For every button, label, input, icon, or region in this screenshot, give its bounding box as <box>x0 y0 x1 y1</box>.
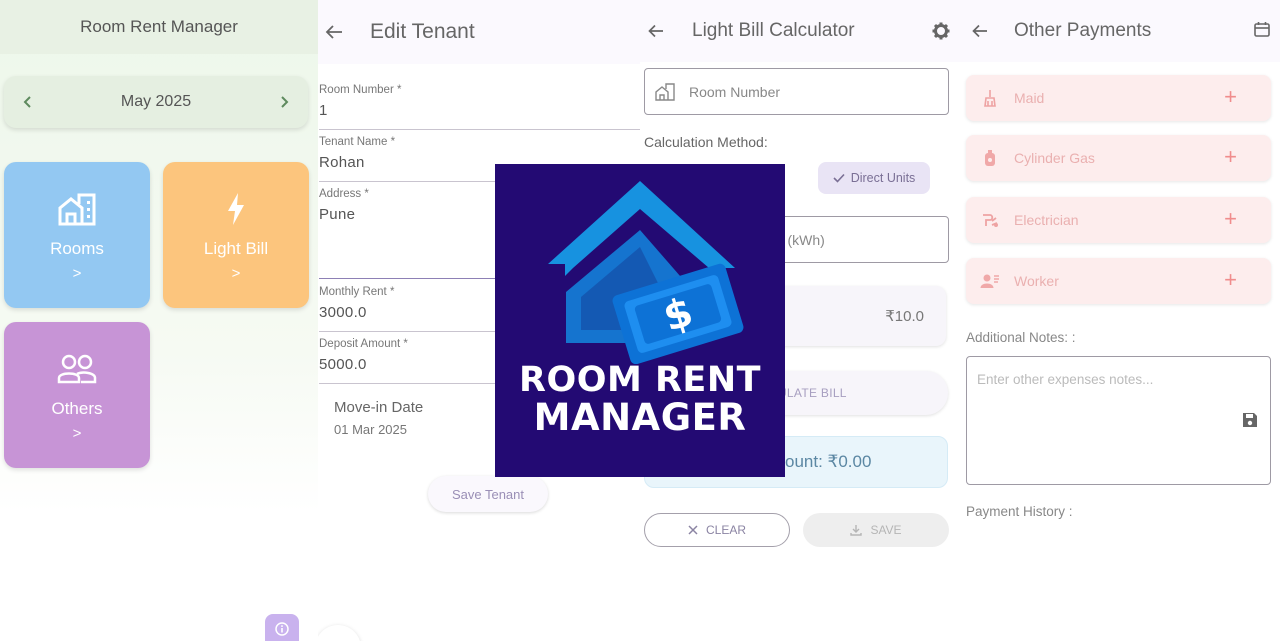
page-title: Edit Tenant <box>370 20 475 43</box>
prev-month-button[interactable] <box>16 90 40 114</box>
light-bill-tile[interactable]: Light Bill > <box>163 162 309 308</box>
save-notes-button[interactable] <box>1242 412 1260 430</box>
rooms-tile[interactable]: Rooms > <box>4 162 150 308</box>
home-screen: Room Rent Manager May 2025 Rooms > Light… <box>0 0 318 641</box>
info-icon <box>275 622 289 636</box>
plus-icon[interactable]: + <box>1224 269 1237 291</box>
worker-icon <box>980 271 1000 291</box>
building-icon <box>55 189 99 229</box>
info-button[interactable] <box>265 614 299 641</box>
lightning-bolt-icon <box>214 189 258 229</box>
save-tenant-button[interactable]: Save Tenant <box>428 476 548 512</box>
payment-history-label: Payment History : <box>966 504 1073 519</box>
back-button[interactable] <box>322 20 346 44</box>
arrow-left-icon <box>325 25 342 39</box>
payment-item-maid[interactable]: Maid + <box>966 75 1271 121</box>
gear-icon <box>932 22 950 40</box>
arrow-left-icon <box>648 24 663 38</box>
light-bill-header: Light Bill Calculator <box>640 0 960 62</box>
chevron-right-icon: > <box>231 264 241 282</box>
back-button[interactable] <box>968 19 992 43</box>
room-number-input[interactable]: Room Number <box>644 68 949 115</box>
app-logo: $ ROOM RENT MANAGER <box>495 164 785 477</box>
move-in-label: Move-in Date <box>334 399 424 416</box>
room-number-field[interactable]: Room Number * 1 <box>319 84 640 130</box>
logo-text-line2: MANAGER <box>533 396 747 439</box>
additional-notes-input[interactable]: Enter other expenses notes... <box>966 356 1271 485</box>
next-month-button[interactable] <box>272 90 296 114</box>
notes-placeholder: Enter other expenses notes... <box>977 372 1154 387</box>
payment-item-label: Cylinder Gas <box>1014 150 1095 166</box>
broom-icon <box>980 88 1000 108</box>
payment-item-label: Electrician <box>1014 212 1079 228</box>
other-payments-screen: Other Payments Maid + Cylinder Gas + Ele… <box>960 0 1280 641</box>
chevron-right-icon: > <box>72 264 82 282</box>
app-title-bar: Room Rent Manager <box>0 0 318 54</box>
tenant-name-label: Tenant Name * <box>319 136 396 148</box>
gas-cylinder-icon <box>980 148 1000 168</box>
calendar-icon <box>1254 22 1270 37</box>
room-number-label: Room Number * <box>319 84 402 96</box>
back-button[interactable] <box>644 19 668 43</box>
chevron-left-icon <box>23 96 31 108</box>
settings-button[interactable] <box>930 20 952 42</box>
additional-notes-label: Additional Notes: : <box>966 330 1076 345</box>
direct-units-label: Direct Units <box>850 171 916 185</box>
arrow-left-icon <box>972 24 987 38</box>
move-in-date-picker[interactable]: Move-in Date 01 Mar 2025 <box>334 399 423 437</box>
month-selector: May 2025 <box>4 76 308 128</box>
page-title: Other Payments <box>1014 20 1152 41</box>
app-title: Room Rent Manager <box>80 17 238 36</box>
move-in-value: 01 Mar 2025 <box>334 422 407 437</box>
calendar-button[interactable] <box>1254 21 1274 41</box>
page-title: Light Bill Calculator <box>692 20 855 41</box>
clear-button[interactable]: CLEAR <box>644 513 790 547</box>
room-number-value: 1 <box>319 102 328 119</box>
current-month: May 2025 <box>120 93 192 110</box>
others-tile-label: Others <box>51 398 103 418</box>
logo-text-line1: ROOM RENT <box>519 360 761 400</box>
calculation-method-label: Calculation Method: <box>644 134 768 150</box>
house-money-icon: $ <box>548 181 744 364</box>
payment-item-electrician[interactable]: Electrician + <box>966 197 1271 243</box>
electrician-icon <box>980 210 1000 230</box>
check-icon <box>833 173 845 183</box>
chevron-right-icon <box>281 96 289 108</box>
direct-units-chip[interactable]: Direct Units <box>818 162 930 194</box>
chevron-right-icon: > <box>72 424 82 442</box>
download-icon <box>850 525 863 536</box>
people-icon <box>55 349 99 389</box>
floating-button[interactable] <box>318 625 361 641</box>
payment-item-worker[interactable]: Worker + <box>966 258 1271 304</box>
close-icon <box>688 525 698 535</box>
plus-icon[interactable]: + <box>1224 86 1237 108</box>
plus-icon[interactable]: + <box>1224 208 1237 230</box>
floppy-disk-icon <box>1243 413 1257 427</box>
building-icon <box>655 82 675 101</box>
payment-item-cylinder-gas[interactable]: Cylinder Gas + <box>966 135 1271 181</box>
plus-icon[interactable]: + <box>1224 146 1237 168</box>
payment-item-label: Worker <box>1014 273 1059 289</box>
save-label: SAVE <box>870 523 902 537</box>
rooms-tile-label: Rooms <box>50 238 104 258</box>
other-payments-header: Other Payments <box>960 0 1280 62</box>
light-bill-tile-label: Light Bill <box>203 238 269 258</box>
payment-item-label: Maid <box>1014 90 1045 106</box>
edit-tenant-header: Edit Tenant <box>318 0 640 64</box>
rate-value: ₹10.0 <box>885 308 924 325</box>
others-tile[interactable]: Others > <box>4 322 150 468</box>
clear-label: CLEAR <box>705 523 746 537</box>
room-number-placeholder: Room Number <box>689 83 781 100</box>
save-button[interactable]: SAVE <box>803 513 949 547</box>
